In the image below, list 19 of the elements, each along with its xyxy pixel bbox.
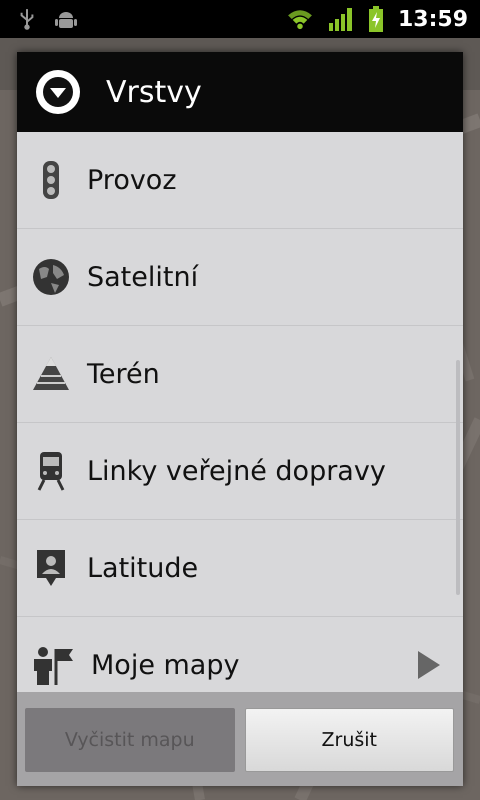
layer-item[interactable]: Satelitní — [17, 229, 463, 326]
wifi-icon — [286, 8, 314, 30]
person-flag-icon — [31, 645, 75, 685]
dropdown-circle-icon — [34, 68, 82, 116]
layer-label: Moje mapy — [91, 650, 240, 680]
layer-item[interactable]: Provoz — [17, 132, 463, 229]
clock-time: 13:59 — [398, 6, 468, 32]
layer-label: Linky veřejné dopravy — [87, 456, 387, 486]
battery-charging-icon — [368, 6, 384, 32]
layer-label: Latitude — [87, 552, 200, 584]
submenu-arrow-icon — [417, 650, 441, 680]
layer-label: Provoz — [87, 164, 178, 196]
dialog-title: Vrstvy — [106, 74, 202, 110]
globe-icon — [31, 257, 71, 297]
usb-icon — [18, 7, 36, 31]
layer-label: Terén — [87, 358, 161, 390]
layer-label: Satelitní — [87, 262, 200, 292]
signal-icon — [328, 7, 354, 31]
cancel-button[interactable]: Zrušit — [244, 708, 454, 772]
